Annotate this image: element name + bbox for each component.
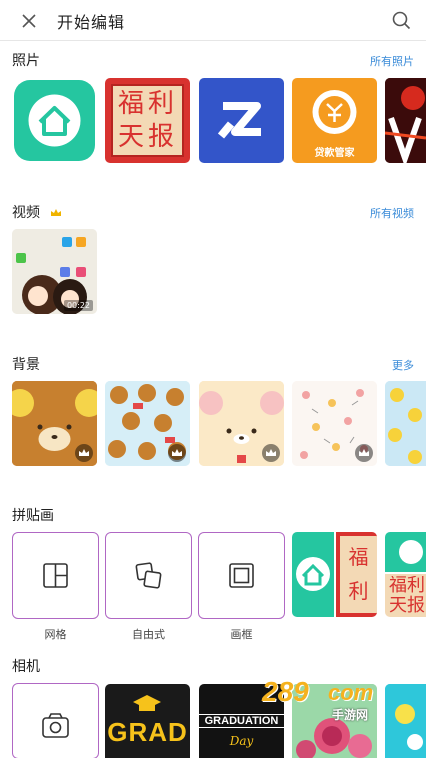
watermark-sub: 手游网 bbox=[332, 708, 369, 722]
crown-icon bbox=[79, 449, 89, 456]
grad-text: GRAD bbox=[107, 717, 188, 747]
premium-badge bbox=[355, 444, 373, 462]
more-backgrounds-link[interactable]: 更多 bbox=[392, 357, 414, 373]
premium-badge bbox=[168, 444, 186, 462]
photo-thumbnail[interactable] bbox=[12, 78, 97, 163]
collage-frame-label: 画框 bbox=[230, 628, 253, 641]
z-logo-icon bbox=[217, 102, 261, 139]
premium-badge bbox=[75, 444, 93, 462]
crown-icon bbox=[172, 449, 182, 456]
camera-sticker-thumbnail[interactable]: GRAD bbox=[105, 684, 190, 758]
background-thumbnail[interactable] bbox=[105, 381, 190, 466]
background-thumbnail[interactable] bbox=[12, 381, 97, 466]
video-thumbnail[interactable]: 00:22 bbox=[12, 229, 97, 314]
site-watermark: 289 com 手游网 bbox=[262, 676, 412, 726]
section-title-photos: 照片 bbox=[12, 53, 40, 69]
crown-icon bbox=[51, 209, 62, 216]
collage-grid-option[interactable] bbox=[12, 532, 99, 619]
background-thumbnail[interactable] bbox=[385, 381, 426, 466]
top-bar: 开始编辑 bbox=[0, 0, 426, 41]
watermark-brand: 289 bbox=[262, 676, 309, 707]
section-title-backgrounds: 背景 bbox=[12, 357, 40, 373]
background-thumbnail[interactable] bbox=[199, 381, 284, 466]
game-art-icon bbox=[385, 78, 426, 163]
collage-grid-label: 网格 bbox=[44, 628, 67, 641]
collage-fuli-text-partial: 福利天报 bbox=[389, 576, 425, 616]
video-duration: 00:22 bbox=[63, 300, 93, 311]
collage-freestyle-option[interactable] bbox=[105, 532, 192, 619]
loan-label: 贷款管家 bbox=[314, 148, 355, 159]
premium-badge bbox=[262, 444, 280, 462]
section-title-videos: 视频 bbox=[12, 202, 62, 222]
photo-thumbnail[interactable]: 福利天报 bbox=[105, 78, 190, 163]
watermark-suffix: com bbox=[328, 680, 374, 705]
videos-title-text: 视频 bbox=[12, 205, 40, 221]
all-videos-link[interactable]: 所有视频 bbox=[370, 205, 414, 221]
page-title: 开始编辑 bbox=[57, 13, 126, 32]
collage-template-thumbnail[interactable]: 福利天报 bbox=[385, 532, 426, 617]
fuli-text: 福利天报 bbox=[117, 89, 178, 152]
collage-template-thumbnail[interactable]: 福利天报 bbox=[292, 532, 377, 617]
chick-pattern-image bbox=[385, 381, 426, 466]
all-photos-link[interactable]: 所有照片 bbox=[370, 53, 414, 69]
search-icon[interactable] bbox=[390, 9, 412, 31]
camera-capture-option[interactable] bbox=[12, 683, 99, 758]
close-icon[interactable] bbox=[18, 10, 40, 32]
photo-thumbnail[interactable]: 贷款管家 bbox=[292, 78, 377, 163]
photo-thumbnail[interactable] bbox=[199, 78, 284, 163]
section-title-camera: 相机 bbox=[12, 659, 40, 675]
frame-layout-icon bbox=[229, 563, 254, 588]
camera-icon bbox=[42, 713, 69, 738]
section-title-collage: 拼贴画 bbox=[12, 508, 54, 524]
collage-frame-option[interactable] bbox=[198, 532, 285, 619]
crown-icon bbox=[266, 449, 276, 456]
collage-freestyle-label: 自由式 bbox=[132, 628, 165, 641]
grid-layout-icon bbox=[43, 563, 68, 588]
home-app-icon bbox=[14, 80, 95, 161]
photo-thumbnail[interactable] bbox=[385, 78, 426, 163]
day-text: Day bbox=[229, 734, 254, 748]
crown-icon bbox=[359, 449, 369, 456]
background-thumbnail[interactable] bbox=[292, 381, 377, 466]
collage-fuli-text: 福利天报 bbox=[348, 545, 369, 603]
freestyle-layout-icon bbox=[135, 562, 162, 589]
